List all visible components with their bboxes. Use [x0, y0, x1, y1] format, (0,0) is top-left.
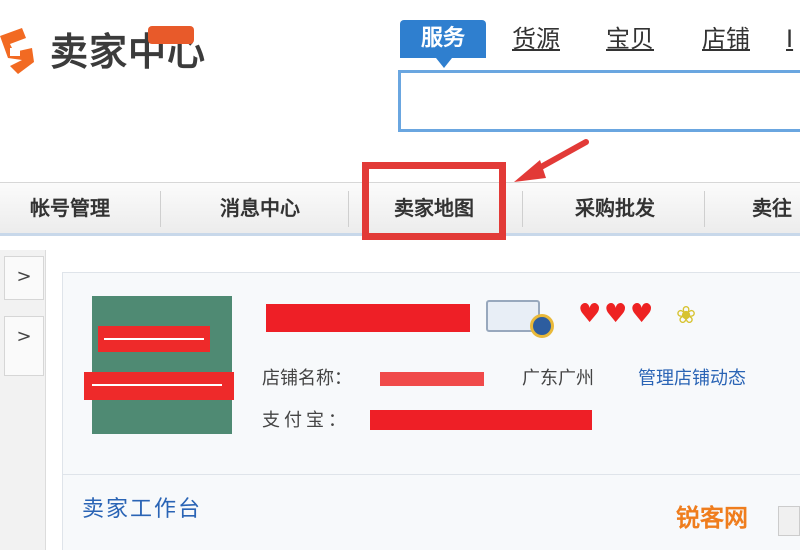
nav-item-sell-to[interactable]: 卖往 — [712, 183, 800, 234]
taobao-logo-icon — [0, 28, 34, 74]
nav-separator — [160, 191, 161, 227]
nav-item-messages[interactable]: 消息中心 — [170, 183, 350, 234]
shop-name-redacted — [266, 304, 470, 332]
heart-icon: ♥ — [630, 299, 654, 329]
certificate-seal-icon — [530, 314, 554, 338]
heart-icon: ♥ — [578, 299, 602, 329]
manage-shop-link[interactable]: 管理店铺动态 — [638, 366, 746, 392]
crown-icon: ❀ — [676, 301, 697, 329]
nav-separator — [348, 191, 349, 227]
workbench-divider — [62, 474, 800, 475]
shop-name-label: 店铺名称： — [262, 368, 352, 389]
sidebar-expand-button[interactable]: > — [4, 256, 44, 300]
nav-item-account[interactable]: 帐号管理 — [0, 183, 140, 234]
avatar-redaction-line — [104, 338, 204, 340]
avatar-redaction-line — [92, 384, 222, 386]
annotation-highlight-box — [362, 162, 506, 240]
search-tab-supply[interactable]: 货源 — [512, 24, 560, 54]
nav-separator — [704, 191, 705, 227]
red-arrow-icon — [514, 139, 589, 182]
shop-location: 广东广州 — [522, 368, 594, 389]
watermark: 锐客网 — [676, 504, 748, 532]
logo-badge — [148, 26, 194, 44]
corner-button[interactable] — [778, 506, 800, 536]
search-tab-service[interactable]: 服务 — [400, 20, 486, 68]
nav-item-wholesale[interactable]: 采购批发 — [530, 183, 700, 234]
shop-avatar[interactable] — [92, 296, 232, 434]
alipay-label: 支付宝： — [262, 410, 350, 431]
avatar-redaction — [84, 372, 234, 400]
left-sidebar: > > — [0, 250, 46, 550]
nav-separator — [522, 191, 523, 227]
search-tab-more[interactable]: I — [786, 24, 793, 54]
shop-name-value-redacted — [380, 372, 484, 386]
alipay-value-redacted — [370, 410, 592, 430]
search-tab-shops[interactable]: 店铺 — [702, 24, 750, 54]
heart-icon: ♥ — [604, 299, 628, 329]
workbench-title: 卖家工作台 — [82, 497, 203, 522]
search-tab-items[interactable]: 宝贝 — [606, 24, 654, 54]
search-input[interactable] — [398, 70, 800, 132]
sidebar-expand-button[interactable]: > — [4, 316, 44, 376]
